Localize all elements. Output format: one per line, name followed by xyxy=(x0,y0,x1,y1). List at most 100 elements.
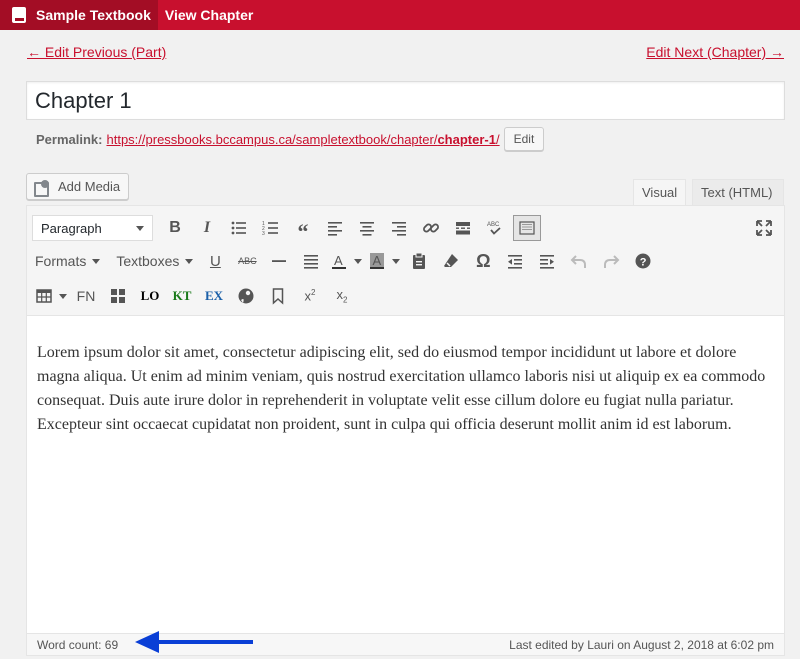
bookmark-button[interactable] xyxy=(262,282,294,310)
subscript-button[interactable]: x2 xyxy=(326,282,358,310)
align-left-icon xyxy=(328,222,342,236)
edit-previous-link[interactable]: ← Edit Previous (Part) xyxy=(27,44,166,60)
tab-visual[interactable]: Visual xyxy=(633,179,687,206)
italic-button[interactable]: I xyxy=(191,214,223,242)
svg-text:A: A xyxy=(373,253,382,268)
strikethrough-button[interactable]: ABC xyxy=(231,247,263,275)
bullet-list-button[interactable] xyxy=(223,214,255,242)
paste-text-button[interactable] xyxy=(403,247,435,275)
book-icon xyxy=(12,7,26,23)
blockquote-button[interactable]: “ xyxy=(287,214,319,244)
fullscreen-button[interactable] xyxy=(752,214,776,242)
special-character-button[interactable]: Ω xyxy=(467,247,499,275)
superscript-icon: x2 xyxy=(304,288,316,304)
learning-objectives-button[interactable]: LO xyxy=(134,282,166,310)
clear-formatting-button[interactable] xyxy=(435,247,467,275)
editor-toolbar: Paragraph B I 123 “ ABC Formats Textboxe… xyxy=(27,206,784,316)
bold-button[interactable]: B xyxy=(159,214,191,242)
format-select-value: Paragraph xyxy=(41,220,102,236)
strikethrough-icon: ABC xyxy=(238,256,257,266)
help-button[interactable]: ? xyxy=(627,247,659,275)
glossary-button[interactable] xyxy=(230,282,262,310)
permalink-trail: / xyxy=(495,131,500,147)
admin-bar: Sample Textbook View Chapter xyxy=(0,0,800,30)
align-center-button[interactable] xyxy=(351,214,383,242)
table-icon xyxy=(36,289,52,303)
bullet-list-icon xyxy=(231,221,246,235)
svg-text:ABC: ABC xyxy=(487,222,500,228)
permalink-row: Permalink: https://pressbooks.bccampus.c… xyxy=(36,126,545,152)
bold-icon: B xyxy=(169,219,181,236)
numbered-list-button[interactable]: 123 xyxy=(255,214,287,242)
tab-text-html[interactable]: Text (HTML) xyxy=(692,179,784,206)
annotation-arrow-icon xyxy=(135,631,253,653)
format-select[interactable]: Paragraph xyxy=(32,215,153,241)
undo-button[interactable] xyxy=(563,247,595,275)
help-icon: ? xyxy=(635,253,651,269)
outdent-button[interactable] xyxy=(499,247,531,275)
title-input[interactable] xyxy=(26,81,785,120)
subscript-icon: x2 xyxy=(336,287,348,305)
permalink-edit-button[interactable]: Edit xyxy=(503,127,545,151)
clipboard-icon xyxy=(413,252,426,269)
italic-icon: I xyxy=(203,219,211,236)
chevron-down-icon xyxy=(136,225,144,231)
fullscreen-icon xyxy=(756,220,772,236)
key-takeaways-button[interactable]: KT xyxy=(166,282,198,310)
svg-text:3: 3 xyxy=(262,231,265,237)
spellcheck-button[interactable]: ABC xyxy=(479,214,511,242)
editor: Paragraph B I 123 “ ABC Formats Textboxe… xyxy=(26,205,785,656)
text-color-button[interactable]: A xyxy=(327,247,351,275)
underline-button[interactable]: U xyxy=(199,247,231,275)
add-media-label: Add Media xyxy=(58,179,121,194)
align-center-icon xyxy=(360,222,374,236)
exercises-button[interactable]: EX xyxy=(198,282,230,310)
table-button[interactable] xyxy=(32,282,56,310)
grid-icon xyxy=(111,289,125,303)
add-media-button[interactable]: Add Media xyxy=(26,173,130,200)
toolbar-row-3: FN LO KT EX x2 x2 xyxy=(32,282,358,310)
quote-icon: “ xyxy=(297,219,309,244)
background-color-dropdown[interactable] xyxy=(389,247,403,275)
site-title: Sample Textbook xyxy=(36,7,151,23)
superscript-button[interactable]: x2 xyxy=(294,282,326,310)
text-color-dropdown[interactable] xyxy=(351,247,365,275)
omega-icon: Ω xyxy=(476,250,491,271)
undo-icon xyxy=(570,255,587,268)
justify-button[interactable] xyxy=(295,247,327,275)
numbered-list-icon: 123 xyxy=(262,221,278,237)
justify-icon xyxy=(304,255,319,269)
site-title-link[interactable]: Sample Textbook xyxy=(0,0,158,30)
read-more-button[interactable] xyxy=(447,214,479,242)
indent-icon xyxy=(540,255,555,269)
permalink-url[interactable]: https://pressbooks.bccampus.ca/sampletex… xyxy=(106,132,499,147)
align-right-button[interactable] xyxy=(383,214,415,242)
toolbar-toggle-button[interactable] xyxy=(513,215,541,241)
editor-content[interactable]: Lorem ipsum dolor sit amet, consectetur … xyxy=(37,341,772,437)
chevron-down-icon xyxy=(59,293,67,299)
word-count: Word count: 69 xyxy=(37,637,119,652)
align-left-button[interactable] xyxy=(319,214,351,242)
grid-button[interactable] xyxy=(102,282,134,310)
palette-icon xyxy=(238,288,254,304)
footnote-button[interactable]: FN xyxy=(70,282,102,310)
indent-button[interactable] xyxy=(531,247,563,275)
outdent-icon xyxy=(508,255,523,269)
background-color-button[interactable]: A xyxy=(365,247,389,275)
align-right-icon xyxy=(392,222,406,236)
background-color-icon: A xyxy=(370,253,385,269)
redo-icon xyxy=(604,255,620,268)
link-button[interactable] xyxy=(415,214,447,242)
redo-button[interactable] xyxy=(595,247,627,275)
chevron-down-icon xyxy=(392,258,401,264)
ex-label: EX xyxy=(204,288,224,303)
view-chapter-link[interactable]: View Chapter xyxy=(158,0,260,30)
add-media-icon xyxy=(34,179,51,197)
link-icon xyxy=(423,223,439,233)
edit-next-link[interactable]: Edit Next (Chapter) → xyxy=(646,44,784,60)
table-dropdown[interactable] xyxy=(56,282,70,310)
textboxes-menu[interactable]: Textboxes xyxy=(106,247,199,275)
formats-menu[interactable]: Formats xyxy=(32,247,106,275)
chevron-down-icon xyxy=(185,258,194,264)
horizontal-line-button[interactable] xyxy=(263,247,295,275)
